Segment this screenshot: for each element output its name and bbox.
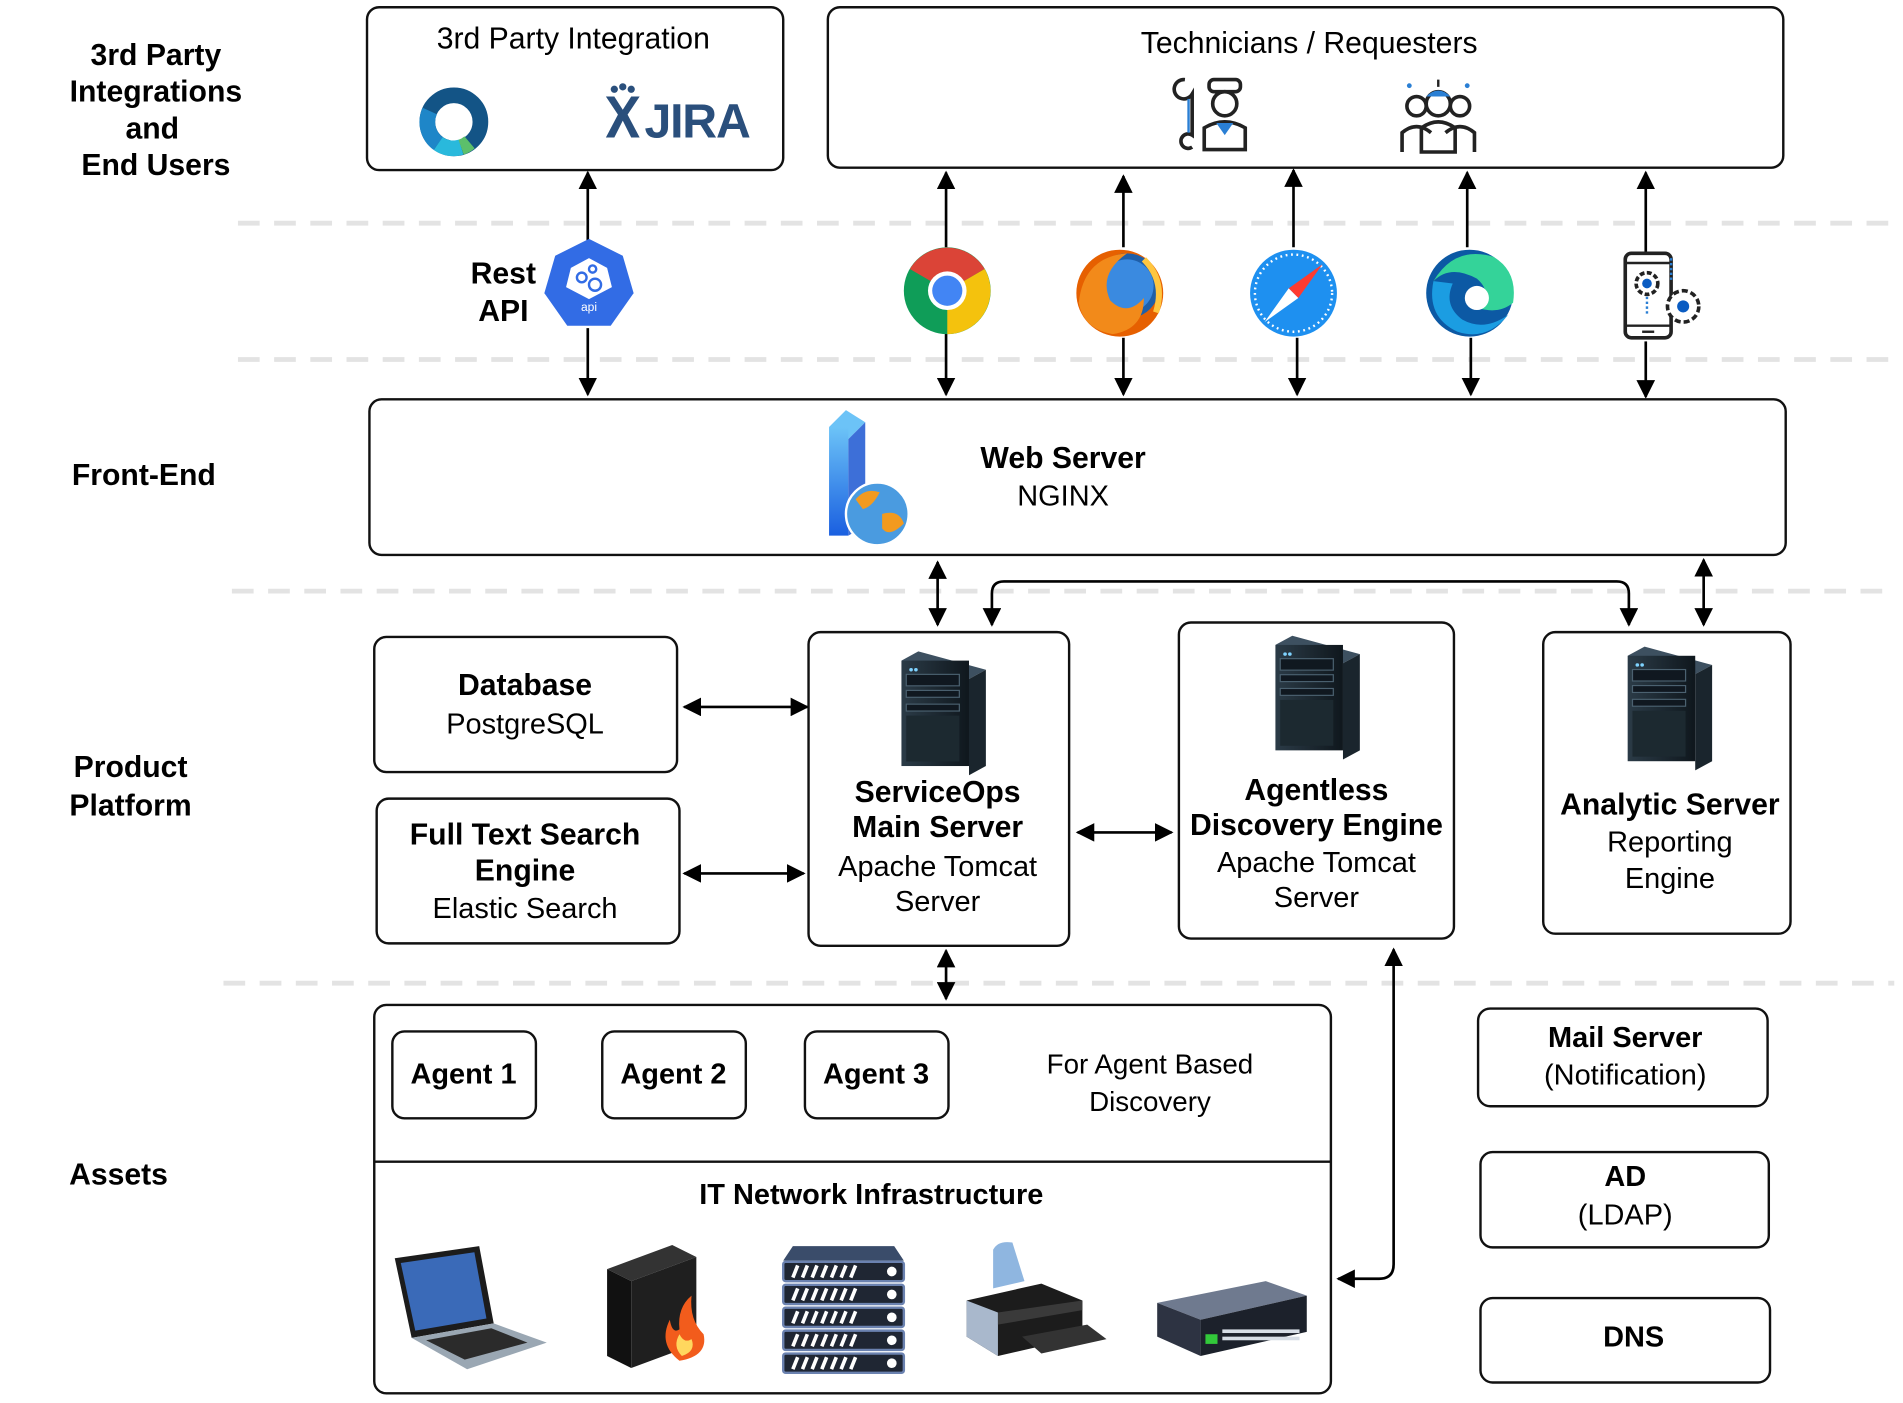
layer-label-line: Platform	[69, 790, 191, 823]
server-tower-icon	[900, 650, 987, 776]
search-engine-title-line: Engine	[475, 855, 575, 888]
layer-label-line: and	[125, 113, 179, 146]
chrome-icon[interactable]	[903, 247, 991, 335]
main-server-subtitle-line: Apache Tomcat	[838, 851, 1037, 883]
discovery-title-line: Discovery Engine	[1190, 809, 1443, 842]
layer-label-line: End Users	[81, 149, 230, 182]
analytic-subtitle-line: Engine	[1625, 863, 1715, 895]
firefox-icon[interactable]	[1076, 249, 1164, 337]
users-title: Technicians / Requesters	[1141, 27, 1478, 60]
discovery-engine-box[interactable]: Agentless Discovery Engine Apache Tomcat…	[1177, 621, 1456, 940]
jira-text: JIRA	[644, 95, 749, 149]
discovery-title-line: Agentless	[1244, 774, 1388, 807]
dns-box[interactable]: DNS	[1479, 1296, 1772, 1384]
analytic-subtitle-line: Reporting	[1607, 827, 1732, 859]
discovery-subtitle-line: Apache Tomcat	[1217, 847, 1416, 879]
database-box[interactable]: Database PostgreSQL	[373, 635, 679, 774]
mail-server-box[interactable]: Mail Server (Notification)	[1476, 1007, 1769, 1108]
rest-api-label-line: API	[478, 295, 528, 328]
rest-api-label-line: Rest	[471, 257, 536, 290]
infrastructure-title: IT Network Infrastructure	[699, 1179, 1043, 1211]
server-tower-icon	[1274, 635, 1361, 761]
search-engine-subtitle: Elastic Search	[433, 893, 618, 925]
safari-icon[interactable]	[1250, 249, 1337, 337]
layer-label-line: 3rd Party	[91, 39, 222, 72]
layer-label-line: Integrations	[70, 75, 243, 108]
edge-icon[interactable]	[1426, 249, 1514, 337]
dns-title: DNS	[1603, 1321, 1664, 1353]
api-icon[interactable]: api	[544, 238, 634, 326]
agent-note-line: Discovery	[1089, 1086, 1211, 1117]
agent-box[interactable]: Agent 1	[391, 1030, 538, 1120]
layer-label-integrations: 3rd Party Integrations and End Users	[70, 39, 243, 182]
agent-label: Agent 1	[410, 1058, 516, 1090]
web-server-subtitle: NGINX	[1017, 480, 1109, 512]
main-server-box[interactable]: ServiceOps Main Server Apache Tomcat Ser…	[807, 630, 1071, 947]
web-server-title: Web Server	[980, 442, 1146, 475]
layer-label-platform: Product Platform	[69, 751, 191, 823]
mobile-app-icon[interactable]	[1623, 251, 1701, 340]
database-title: Database	[458, 669, 592, 702]
agent-label: Agent 3	[823, 1058, 929, 1090]
main-server-subtitle-line: Server	[895, 886, 981, 918]
analytic-server-box[interactable]: Analytic Server Reporting Engine	[1542, 630, 1792, 935]
database-subtitle: PostgreSQL	[446, 708, 604, 740]
analytic-server-title: Analytic Server	[1560, 788, 1780, 821]
mail-server-subtitle: (Notification)	[1544, 1060, 1706, 1092]
web-server-box[interactable]: Web Server NGINX	[368, 398, 1787, 557]
main-server-title-line: ServiceOps	[855, 776, 1021, 809]
discovery-subtitle-line: Server	[1274, 882, 1360, 914]
agent-label: Agent 2	[620, 1058, 726, 1090]
api-badge-text: api	[581, 300, 597, 314]
server-tower-icon	[1627, 646, 1713, 771]
mail-server-title: Mail Server	[1548, 1022, 1702, 1054]
ad-title: AD	[1604, 1161, 1646, 1193]
main-server-title-line: Main Server	[852, 811, 1023, 844]
architecture-diagram: 3rd Party Integrations and End Users Fro…	[69, 6, 1895, 1395]
ad-subtitle: (LDAP)	[1578, 1199, 1673, 1231]
agent-note-line: For Agent Based	[1047, 1049, 1254, 1080]
search-engine-box[interactable]: Full Text Search Engine Elastic Search	[375, 797, 681, 945]
ad-box[interactable]: AD (LDAP)	[1479, 1150, 1771, 1249]
integration-title: 3rd Party Integration	[437, 22, 710, 55]
layer-label-assets: Assets	[69, 1159, 168, 1192]
layer-label-frontend: Front-End	[72, 459, 216, 492]
server-rack-icon[interactable]	[782, 1246, 906, 1375]
users-box[interactable]: Technicians / Requesters	[826, 6, 1785, 169]
integration-box[interactable]: 3rd Party Integration JIRA	[365, 6, 785, 172]
agent-box[interactable]: Agent 2	[601, 1030, 748, 1120]
layer-label-line: Product	[74, 751, 188, 784]
agent-box[interactable]: Agent 3	[803, 1030, 950, 1120]
search-engine-title-line: Full Text Search	[410, 818, 641, 851]
